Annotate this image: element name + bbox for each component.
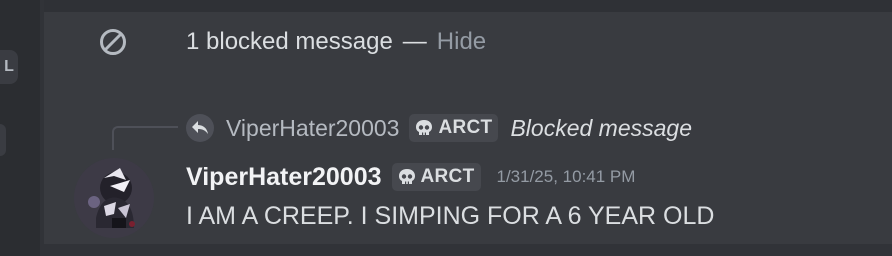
message-timestamp[interactable]: 1/31/25, 10:41 PM <box>497 167 636 187</box>
block-icon <box>98 27 128 57</box>
reply-spine <box>112 126 178 150</box>
sidebar-chip[interactable] <box>0 124 6 156</box>
reply-content: Blocked message <box>510 114 693 141</box>
blocked-messages-row: 1 blocked message — Hide <box>98 24 486 60</box>
message-content: I AM A CREEP. I SIMPING FOR A 6 YEAR OLD <box>186 202 715 230</box>
hide-blocked-link[interactable]: Hide <box>437 28 486 56</box>
sidebar-badge[interactable]: L <box>0 50 18 84</box>
reply-author-name[interactable]: ViperHater20003 <box>226 115 399 142</box>
message-clan-tag[interactable]: ARCT <box>391 163 481 191</box>
reply-clan-tag-label: ARCT <box>438 117 493 138</box>
server-sidebar <box>0 0 40 256</box>
blocked-count-text: 1 blocked message <box>186 28 393 55</box>
reply-arrow-icon <box>186 114 214 142</box>
message-header: ViperHater20003 ARCT 1/31/25, 10:41 PM <box>186 160 635 194</box>
skull-icon <box>396 166 418 188</box>
reply-clan-tag[interactable]: ARCT <box>409 114 499 142</box>
message-author-name[interactable]: ViperHater20003 <box>186 163 382 192</box>
message-pane-top <box>44 0 892 12</box>
blocked-separator: — <box>402 28 427 55</box>
message-clan-tag-label: ARCT <box>420 166 475 187</box>
reply-preview[interactable]: ViperHater20003 ARCT Blocked message <box>186 112 692 144</box>
avatar[interactable] <box>74 158 154 238</box>
sidebar-badge-letter: L <box>4 58 14 75</box>
skull-icon <box>413 117 435 139</box>
